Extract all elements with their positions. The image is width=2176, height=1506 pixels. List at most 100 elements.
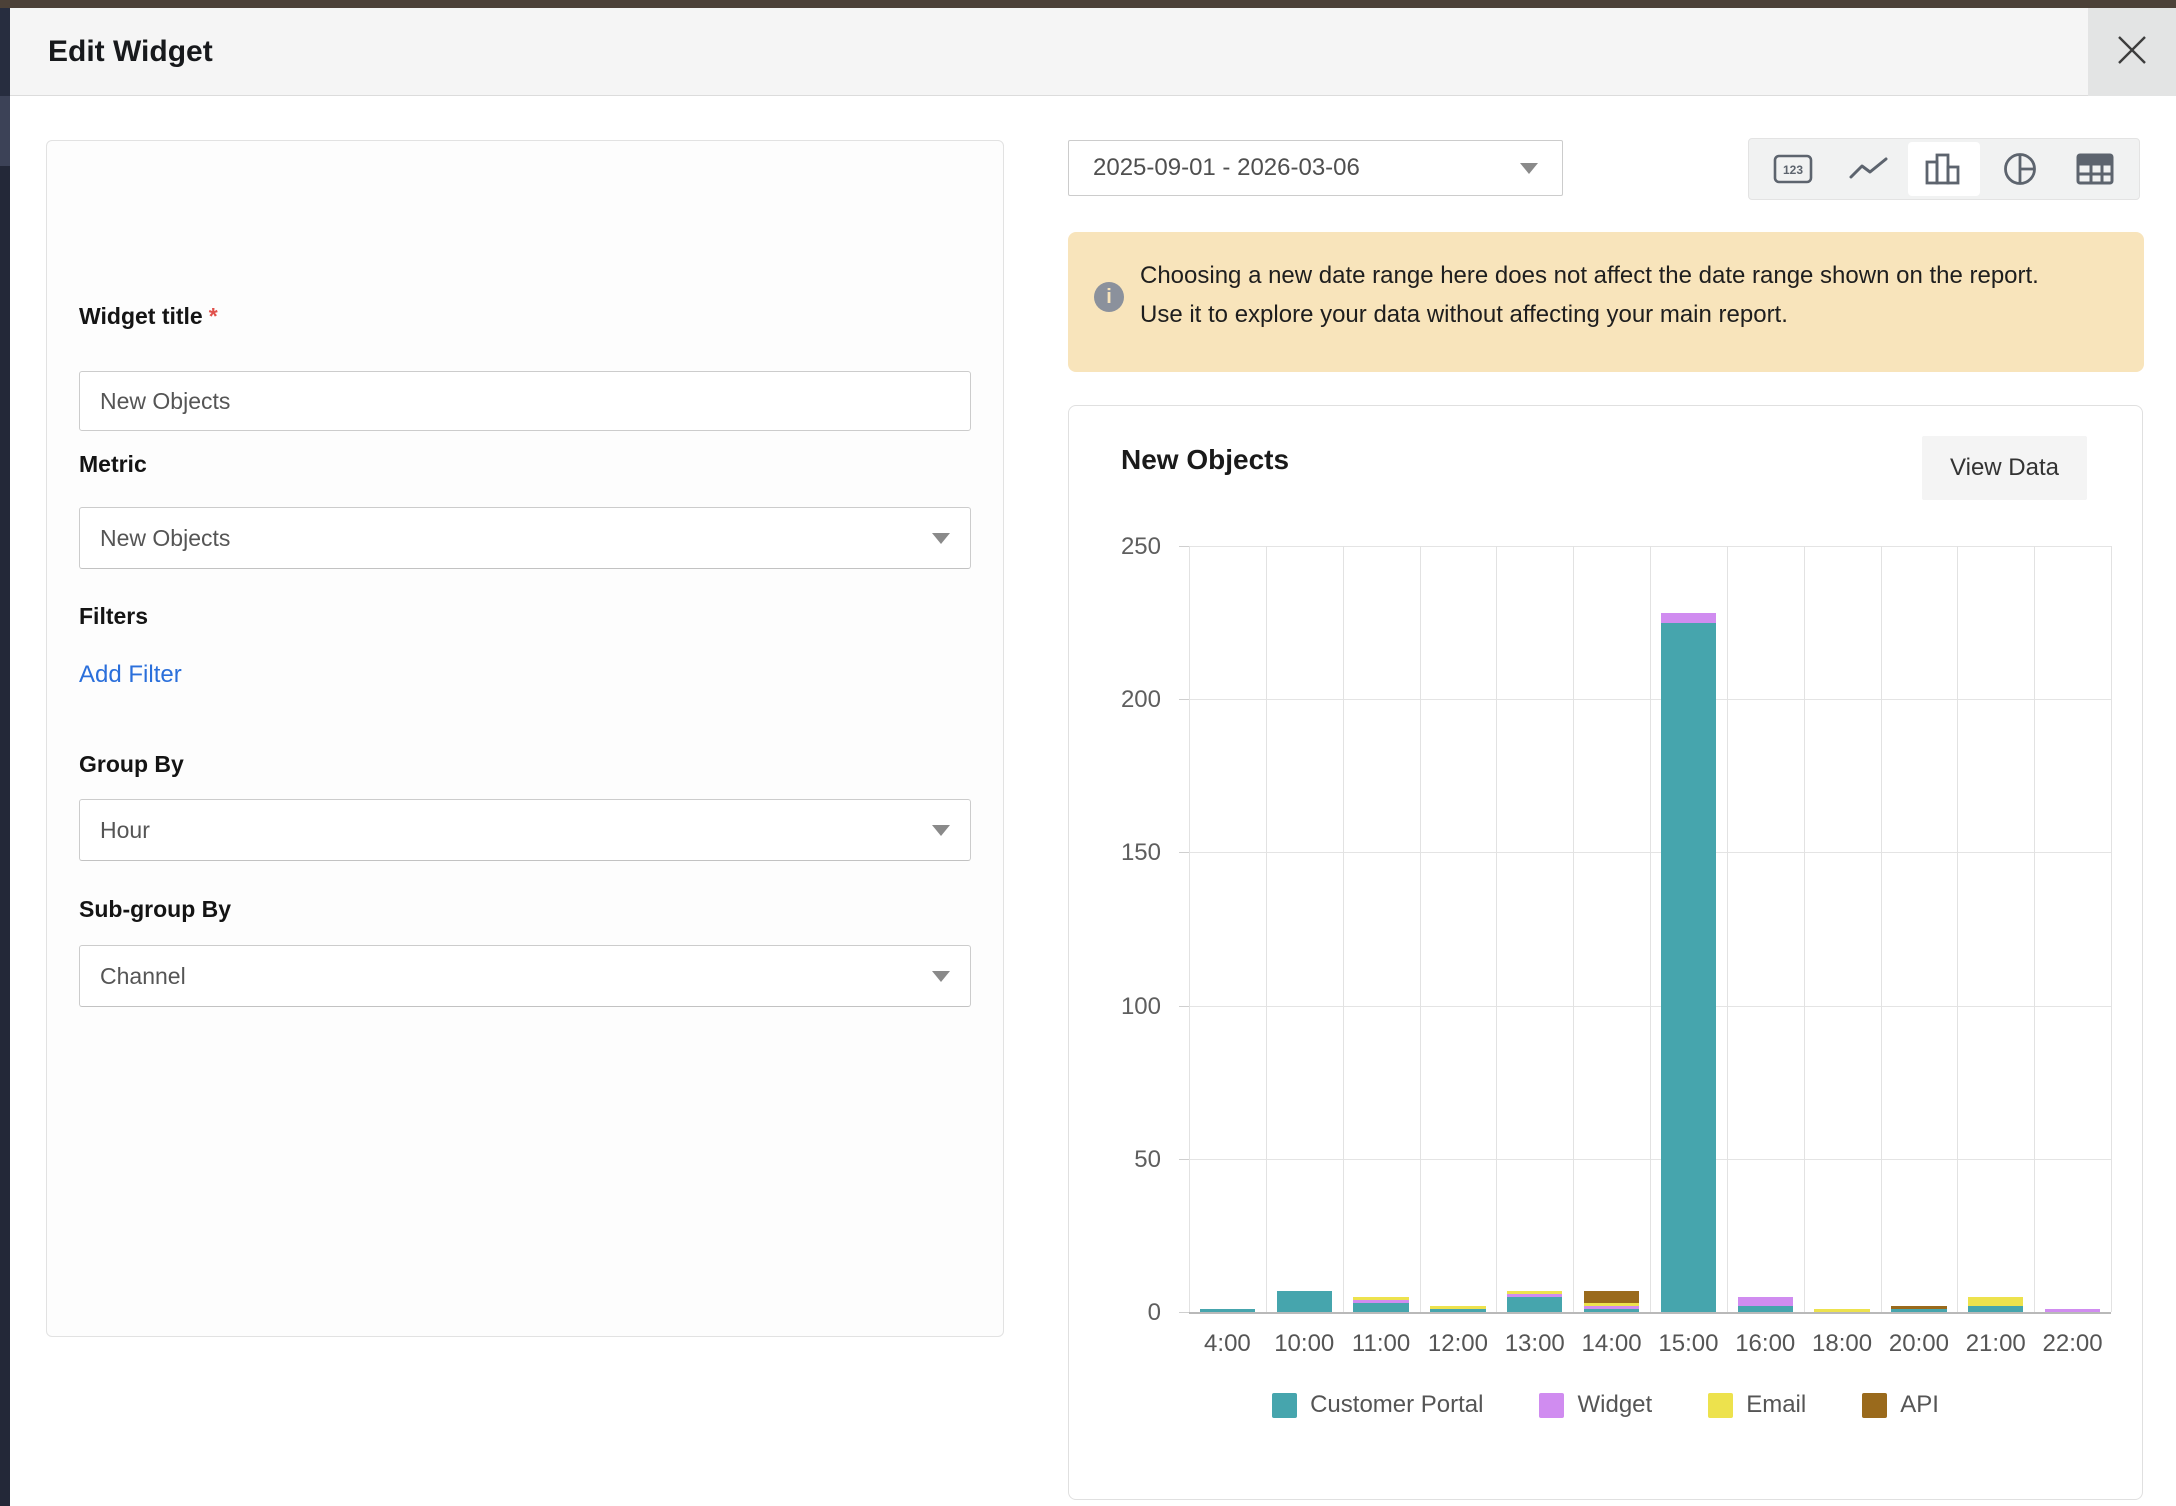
gridline [1881,546,1882,1312]
metric-select-value: New Objects [100,525,932,552]
bar-segment[interactable] [2045,1309,2100,1312]
x-tick-label: 11:00 [1343,1330,1420,1358]
add-filter-link[interactable]: Add Filter [79,661,182,689]
gridline [1727,546,1728,1312]
y-axis-tick [1179,1312,1189,1313]
plot-area [1189,546,2111,1312]
chevron-down-icon [932,533,950,544]
info-icon: i [1094,282,1124,312]
x-tick-label: 18:00 [1804,1330,1881,1358]
chevron-down-icon [932,971,950,982]
widget-title-input[interactable] [79,371,971,431]
x-tick-label: 13:00 [1496,1330,1573,1358]
bar-segment[interactable] [1584,1309,1639,1312]
pie-chart-icon [2002,151,2038,187]
bar-segment[interactable] [1584,1306,1639,1309]
y-tick-label: 250 [1061,533,1161,561]
y-axis-tick [1179,1159,1189,1160]
line-chart-button[interactable] [1833,142,1905,196]
gridline [1420,546,1421,1312]
legend-swatch [1708,1393,1733,1418]
bar-segment[interactable] [1353,1300,1408,1303]
legend-label: Customer Portal [1310,1391,1483,1419]
bar-segment[interactable] [1738,1306,1793,1312]
bar-segment[interactable] [1814,1309,1869,1312]
x-tick-label: 15:00 [1650,1330,1727,1358]
chart-plot-wrap: 050100150200250 4:0010:0011:0012:0013:00… [1189,546,2111,1312]
bar-segment[interactable] [1584,1303,1639,1306]
close-button[interactable] [2088,8,2176,96]
x-axis-labels: 4:0010:0011:0012:0013:0014:0015:0016:001… [1189,1330,2111,1370]
sub-group-by-select[interactable]: Channel [79,945,971,1007]
sub-group-by-select-value: Channel [100,963,932,990]
chart-legend: Customer Portal Widget Email API [1069,1391,2142,1419]
bar-segment[interactable] [1353,1303,1408,1312]
line-chart-icon [1848,156,1890,182]
legend-item[interactable]: API [1862,1391,1939,1419]
date-range-notice: i Choosing a new date range here does no… [1068,232,2144,372]
x-tick-label: 16:00 [1727,1330,1804,1358]
widget-settings-panel: Widget title* Metric New Objects Filters… [46,140,1004,1337]
x-tick-label: 20:00 [1881,1330,1958,1358]
bar-segment[interactable] [1968,1306,2023,1312]
y-tick-label: 150 [1061,839,1161,867]
bar-segment[interactable] [1968,1297,2023,1306]
legend-label: Email [1746,1391,1806,1419]
table-view-icon [2076,153,2114,185]
legend-item[interactable]: Email [1708,1391,1806,1419]
bar-chart-icon [1924,152,1964,186]
number-view-icon: 123 [1773,153,1813,185]
bar-segment[interactable] [1891,1309,1946,1312]
date-range-select[interactable]: 2025-09-01 - 2026-03-06 [1068,140,1563,196]
y-tick-label: 50 [1061,1146,1161,1174]
date-range-value: 2025-09-01 - 2026-03-06 [1093,154,1520,182]
bar-segment[interactable] [1507,1297,1562,1312]
bar-segment[interactable] [1507,1291,1562,1294]
legend-item[interactable]: Customer Portal [1272,1391,1483,1419]
bar-segment[interactable] [1891,1306,1946,1309]
required-asterisk: * [209,303,218,329]
metric-select[interactable]: New Objects [79,507,971,569]
chevron-down-icon [932,825,950,836]
y-axis-tick [1179,699,1189,700]
bar-segment[interactable] [1430,1306,1485,1309]
chevron-down-icon [1520,163,1538,174]
y-axis-labels: 050100150200250 [1071,546,1171,1312]
bar-segment[interactable] [1507,1294,1562,1297]
number-view-button[interactable]: 123 [1757,142,1829,196]
x-tick-label: 10:00 [1266,1330,1343,1358]
bar-chart-button[interactable] [1908,142,1980,196]
legend-swatch [1539,1393,1564,1418]
y-tick-label: 100 [1061,993,1161,1021]
group-by-select-value: Hour [100,817,932,844]
view-data-button[interactable]: View Data [1922,436,2087,500]
legend-item[interactable]: Widget [1539,1391,1652,1419]
bar-segment[interactable] [1277,1291,1332,1312]
bar-segment[interactable] [1200,1309,1255,1312]
bar-segment[interactable] [1584,1291,1639,1303]
legend-swatch [1272,1393,1297,1418]
chart-preview-panel: New Objects View Data 050100150200250 4:… [1068,405,2143,1500]
group-by-select[interactable]: Hour [79,799,971,861]
x-tick-label: 4:00 [1189,1330,1266,1358]
gridline [1650,546,1651,1312]
x-tick-label: 22:00 [2034,1330,2111,1358]
svg-text:123: 123 [1783,163,1803,177]
pie-chart-button[interactable] [1984,142,2056,196]
table-view-button[interactable] [2059,142,2131,196]
bar-segment[interactable] [1430,1309,1485,1312]
x-tick-label: 12:00 [1420,1330,1497,1358]
bar-segment[interactable] [1353,1297,1408,1300]
gridline [1573,546,1574,1312]
bar-segment[interactable] [1661,623,1716,1312]
bar-segment[interactable] [1738,1297,1793,1306]
gridline [2111,546,2112,1312]
gridline [1266,546,1267,1312]
chart-title: New Objects [1121,444,1289,476]
gridline [1804,546,1805,1312]
group-by-label: Group By [79,751,184,778]
metric-label: Metric [79,451,147,478]
background-sidebar-edge [0,8,10,1506]
chart-type-toolbar: 123 [1748,138,2140,200]
bar-segment[interactable] [1661,613,1716,622]
